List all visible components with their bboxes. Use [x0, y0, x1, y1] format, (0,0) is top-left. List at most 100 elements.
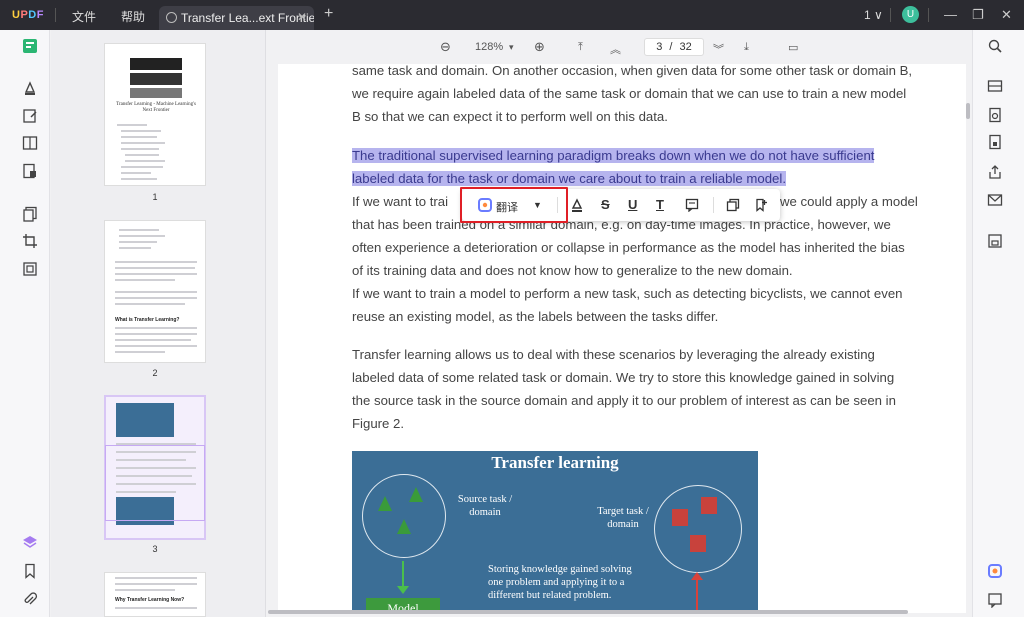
convert-icon[interactable] [987, 107, 1003, 123]
next-page-button[interactable]: ︾ [713, 41, 724, 57]
document-tab[interactable]: Transfer Lea...ext Frontier ✕ [159, 6, 314, 30]
thumbnail-text-line [121, 172, 151, 174]
zoom-level[interactable]: 128% [475, 41, 503, 53]
text-line[interactable]: B so that we can expect it to perform we… [352, 105, 932, 128]
thumbnail-text-line [115, 339, 191, 341]
thumbnail-panel: Transfer Learning - Machine Learning's N… [51, 30, 266, 617]
thumbnail-page-2[interactable]: What is Transfer Learning? [104, 220, 206, 363]
new-tab-button[interactable]: + [324, 5, 333, 23]
updf-ai-icon[interactable] [987, 563, 1003, 579]
thumbnail-text-line [115, 303, 185, 305]
last-page-button[interactable]: ⤓ [744, 41, 749, 54]
thumbnail-image [130, 58, 182, 70]
text-line[interactable]: we require again labeled data of the sam… [352, 82, 932, 105]
text-color-button[interactable]: T [656, 197, 664, 212]
first-page-button[interactable]: ⤒ [578, 41, 583, 54]
thumbnail-text-line [115, 607, 197, 609]
horizontal-scrollbar[interactable] [268, 610, 908, 614]
page-number-box[interactable]: 3 / 32 [644, 38, 704, 56]
thumbnail-text-line [119, 235, 165, 237]
text-line[interactable]: Figure 2. [352, 412, 932, 435]
target-arrow [696, 579, 698, 613]
thumbnail-image [130, 73, 182, 85]
bookmark-add-icon[interactable] [754, 198, 768, 212]
text-line[interactable]: same task and domain. On another occasio… [352, 64, 932, 82]
user-avatar[interactable]: U [902, 6, 919, 23]
page-layout-icon[interactable] [22, 135, 38, 151]
highlighted-text[interactable]: labeled data for the task or domain we c… [352, 171, 786, 186]
presentation-button[interactable]: ▭ [788, 41, 798, 54]
vertical-scrollbar[interactable] [966, 103, 970, 119]
form-icon[interactable] [22, 163, 38, 179]
email-icon[interactable] [987, 192, 1003, 208]
protect-icon[interactable] [987, 134, 1003, 150]
text-line[interactable]: reuse an existing model, as the labels b… [352, 305, 932, 328]
crop-icon[interactable] [22, 233, 38, 249]
source-arrow-head [397, 586, 409, 594]
attachment-icon[interactable] [22, 592, 38, 608]
left-toolbar [0, 30, 50, 617]
close-window-button[interactable]: ✕ [1001, 7, 1012, 23]
comments-panel-icon[interactable] [987, 592, 1003, 609]
zoom-in-button[interactable]: ⊕ [534, 39, 545, 55]
source-triangle [378, 496, 392, 511]
transfer-learning-figure[interactable]: Transfer learning Source task / domain T… [352, 451, 758, 613]
target-square [672, 509, 688, 526]
search-icon[interactable] [987, 38, 1003, 54]
text-line[interactable]: Transfer learning allows us to deal with… [352, 343, 932, 366]
thumbnail-page-4[interactable]: Why Transfer Learning Now? [104, 572, 206, 617]
document-tab-label: Transfer Lea...ext Frontier [181, 11, 314, 25]
strikethrough-button[interactable]: S [601, 197, 610, 212]
updf-logo: UPDF [12, 9, 44, 21]
thumbnail-image [130, 88, 182, 98]
viewer-toolbar: ⊖ 128% ▾ ⊕ ⤒ ︽ 3 / 32 ︾ ⤓ ▭ [267, 30, 972, 64]
comment-note-icon[interactable] [685, 198, 699, 213]
reader-mode-icon[interactable] [22, 38, 38, 54]
underline-button[interactable]: U [628, 197, 637, 212]
text-line[interactable]: labeled data of some related task or dom… [352, 366, 932, 389]
storing-knowledge-text: Storing knowledge gained solving one pro… [488, 564, 632, 601]
thumbnail-text-line [121, 136, 157, 138]
bookmark-icon[interactable] [22, 563, 38, 579]
highlighted-text[interactable]: The traditional supervised learning para… [352, 148, 875, 163]
thumbnail-text-line [121, 178, 157, 180]
close-tab-icon[interactable]: ✕ [297, 10, 307, 24]
thumbnail-text-line [117, 124, 147, 126]
target-square [690, 535, 706, 552]
target-domain-circle [654, 485, 742, 573]
ocr-scan-icon[interactable] [987, 78, 1003, 94]
organize-pages-icon[interactable] [22, 206, 38, 222]
total-pages: 32 [679, 41, 692, 53]
thumbnail-number: 3 [152, 544, 158, 554]
zoom-dropdown-icon[interactable]: ▾ [509, 42, 514, 53]
comment-pen-icon[interactable] [22, 80, 38, 96]
thumbnail-text-line [115, 351, 165, 353]
toolbar-separator [713, 197, 714, 213]
paragraph-4: Transfer learning allows us to deal with… [352, 343, 932, 435]
menu-file[interactable]: 文件 [72, 8, 96, 25]
thumbnail-text-line [115, 261, 197, 263]
highlighted-paragraph: The traditional supervised learning para… [352, 144, 932, 190]
thumbnail-page-1[interactable]: Transfer Learning - Machine Learning's N… [104, 43, 206, 186]
right-toolbar [972, 30, 1024, 617]
layers-icon[interactable] [22, 534, 38, 550]
share-icon[interactable] [987, 164, 1003, 180]
save-icon[interactable] [987, 233, 1003, 249]
minimize-button[interactable]: — [944, 7, 957, 22]
highlight-icon[interactable] [570, 197, 584, 213]
thumbnail-page-3[interactable] [104, 395, 206, 540]
text-line[interactable]: the source task in the source domain and… [352, 389, 932, 412]
thumbnail-heading: Why Transfer Learning Now? [115, 597, 185, 603]
text-line[interactable]: often experience a deterioration or coll… [352, 236, 932, 259]
ocr-icon[interactable] [22, 261, 38, 277]
prev-page-button[interactable]: ︽ [610, 41, 621, 57]
menu-help[interactable]: 帮助 [121, 8, 145, 25]
copy-icon[interactable] [726, 198, 740, 212]
text-line[interactable]: of its training data and does not know h… [352, 259, 932, 282]
restore-button[interactable]: ❐ [972, 7, 984, 23]
current-page-input[interactable]: 3 [656, 41, 662, 53]
edit-pdf-icon[interactable] [22, 108, 38, 124]
window-count-dropdown[interactable]: 1 ∨ [864, 8, 883, 22]
zoom-out-button[interactable]: ⊖ [440, 39, 451, 55]
text-line[interactable]: If we want to train a model to perform a… [352, 282, 932, 305]
